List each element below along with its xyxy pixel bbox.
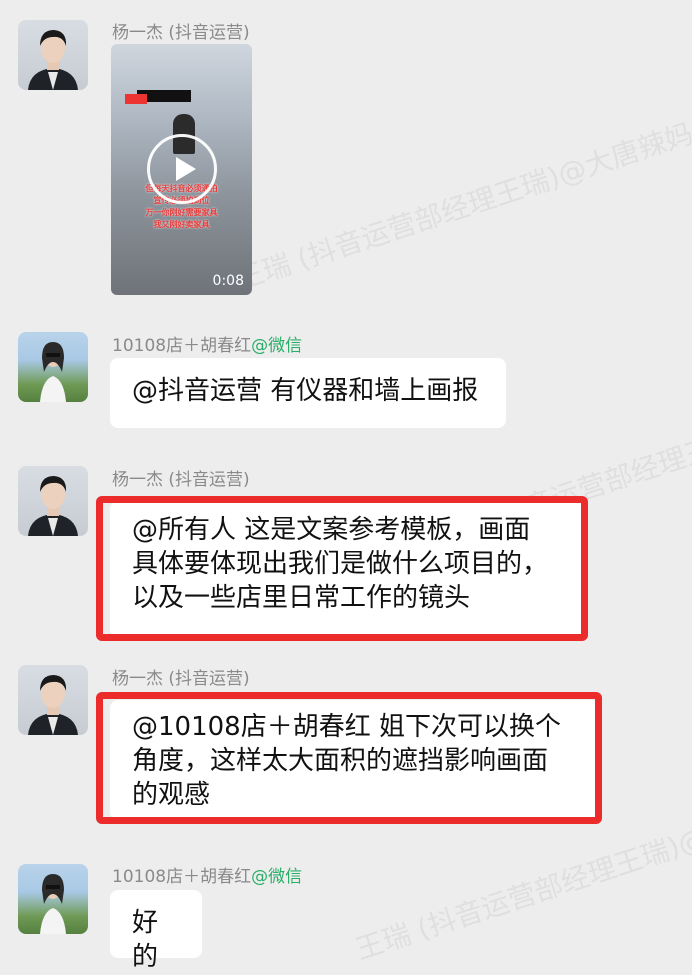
- sender-name: 10108店＋胡春红@微信: [112, 867, 303, 887]
- message-bubble[interactable]: @抖音运营 有仪器和墙上画报: [110, 358, 506, 428]
- avatar[interactable]: [18, 20, 88, 90]
- video-duration: 0:08: [212, 273, 244, 289]
- avatar[interactable]: [18, 466, 88, 536]
- highlight-box: [96, 692, 602, 824]
- watermark: 王瑞 (抖音运营部经理王瑞)@大唐辣妈 0764: [231, 92, 692, 297]
- shop-sign: [125, 94, 147, 104]
- video-caption: 万一你刚好需要家具: [145, 208, 218, 217]
- message-text: 好的: [132, 908, 159, 972]
- avatar[interactable]: [18, 665, 88, 735]
- message-text: @抖音运营 有仪器和墙上画报: [132, 376, 479, 406]
- avatar[interactable]: [18, 864, 88, 934]
- sender-name: 杨一杰 (抖音运营): [112, 470, 250, 490]
- wechat-tag: @微信: [251, 336, 303, 356]
- sender-name: 10108店＋胡春红@微信: [112, 336, 303, 356]
- highlight-box: [96, 496, 588, 641]
- play-icon[interactable]: [147, 134, 217, 204]
- avatar[interactable]: [18, 332, 88, 402]
- sender-name: 杨一杰 (抖音运营): [112, 23, 250, 43]
- video-caption: 我又刚好卖家具: [153, 220, 210, 229]
- sender-name: 杨一杰 (抖音运营): [112, 669, 250, 689]
- video-message[interactable]: 但每天抖音必须通拍 宣传必须拍到位 万一你刚好需要家具 我又刚好卖家具 0:08: [111, 44, 252, 295]
- message-bubble[interactable]: 好的: [110, 890, 202, 972]
- wechat-tag: @微信: [251, 867, 303, 887]
